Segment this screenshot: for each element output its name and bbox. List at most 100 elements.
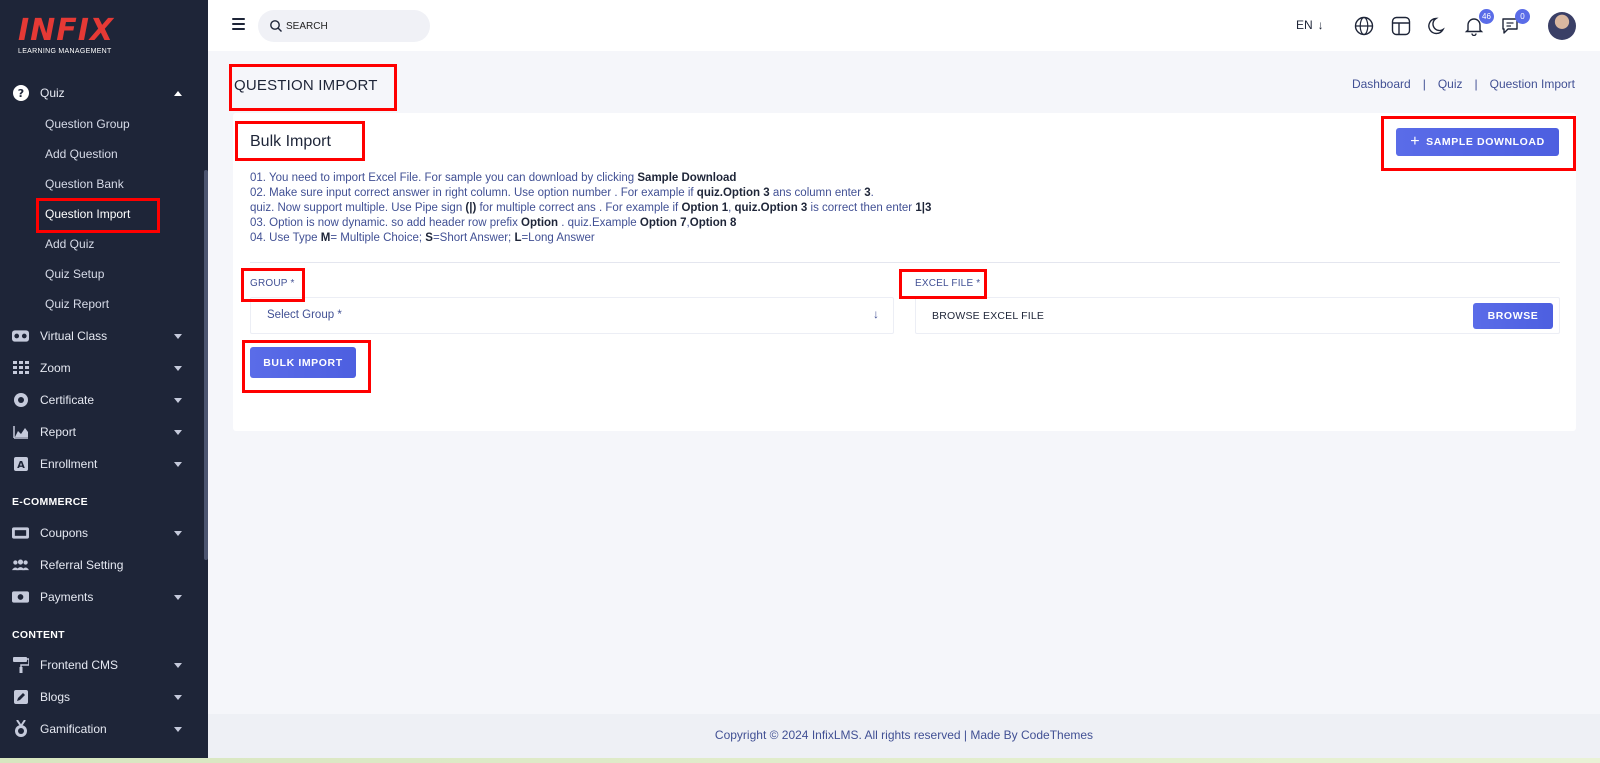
breadcrumb-dashboard[interactable]: Dashboard	[1352, 77, 1411, 91]
sidebar-item-payments[interactable]: Payments	[0, 583, 204, 611]
sidebar-subitem-question-group[interactable]: Question Group	[45, 115, 130, 133]
language-selector[interactable]: EN ↓	[1296, 18, 1324, 32]
svg-text:A: A	[17, 460, 25, 471]
logo-subtitle: LEARNING MANAGEMENT	[18, 48, 112, 55]
chevron-down-icon	[174, 461, 182, 467]
sidebar-subitem-question-bank[interactable]: Question Bank	[45, 175, 124, 193]
sidebar-item-certificate[interactable]: Certificate	[0, 386, 204, 414]
chevron-down-icon	[174, 594, 182, 600]
excel-file-placeholder: BROWSE EXCEL FILE	[932, 310, 1045, 322]
footer: Copyright © 2024 InfixLMS. All rights re…	[208, 714, 1600, 758]
sidebar-subitem-add-question[interactable]: Add Question	[45, 145, 118, 163]
arrow-down-icon: ↓	[1317, 18, 1324, 32]
hamburger-menu-icon[interactable]	[232, 18, 245, 30]
sidebar-item-label: Referral Setting	[40, 558, 124, 572]
copyright-text: Copyright © 2024 InfixLMS. All rights re…	[714, 728, 1094, 742]
sidebar-item-label: Zoom	[40, 361, 71, 375]
chevron-down-icon	[174, 694, 182, 700]
sidebar-item-coupons[interactable]: Coupons	[0, 519, 204, 547]
instruction-line: 02. Make sure input correct answer in ri…	[250, 187, 874, 199]
sidebar-item-enrollment[interactable]: A Enrollment	[0, 450, 204, 478]
import-instructions: 01. You need to import Excel File. For s…	[250, 171, 1350, 246]
globe-icon[interactable]	[1354, 16, 1374, 36]
arrow-down-icon: ↓	[873, 307, 879, 321]
sidebar-item-quiz[interactable]: ? Quiz	[0, 79, 204, 107]
chevron-down-icon	[174, 429, 182, 435]
instruction-line: quiz. Now support multiple. Use Pipe sig…	[250, 202, 932, 214]
page-title: QUESTION IMPORT	[234, 77, 378, 94]
layout-icon[interactable]	[1391, 16, 1411, 36]
edit-square-icon	[12, 689, 29, 706]
certificate-badge-icon	[12, 392, 29, 409]
chevron-down-icon	[174, 726, 182, 732]
chevron-up-icon	[174, 90, 182, 96]
bottom-strip	[0, 758, 1600, 763]
breadcrumb-quiz[interactable]: Quiz	[1438, 77, 1463, 91]
money-bill-icon	[12, 589, 29, 606]
ticket-icon	[12, 525, 29, 542]
breadcrumb-separator: |	[1422, 77, 1426, 91]
area-chart-icon	[12, 424, 29, 441]
logo[interactable]: INFIX LEARNING MANAGEMENT	[18, 16, 128, 60]
excel-file-label: EXCEL FILE *	[915, 278, 981, 289]
browse-button[interactable]: BROWSE	[1473, 303, 1553, 329]
medal-icon	[12, 720, 29, 738]
moon-icon[interactable]	[1428, 16, 1448, 36]
group-select-value: Select Group *	[267, 309, 342, 321]
sidebar-item-blogs[interactable]: Blogs	[0, 683, 204, 711]
vr-headset-icon	[12, 328, 29, 345]
sidebar-item-referral-setting[interactable]: Referral Setting	[0, 551, 204, 579]
logo-word: INFIX	[18, 13, 115, 48]
sidebar-subitem-quiz-report[interactable]: Quiz Report	[45, 295, 109, 313]
grid-icon	[12, 360, 29, 377]
breadcrumb-current: Question Import	[1489, 77, 1575, 91]
sidebar-item-label: Virtual Class	[40, 329, 108, 343]
chat-icon[interactable]: 0	[1500, 9, 1530, 36]
sidebar-item-label: Payments	[40, 590, 94, 604]
sidebar-subitem-add-quiz[interactable]: Add Quiz	[45, 235, 94, 253]
sidebar-item-label: Gamification	[40, 722, 107, 736]
instruction-line: 04. Use Type M= Multiple Choice; S=Short…	[250, 232, 595, 244]
plus-icon: +	[1410, 133, 1421, 150]
instruction-line: 03. Option is now dynamic. so add header…	[250, 217, 737, 229]
group-label: GROUP *	[250, 278, 295, 289]
instruction-line: 01. You need to import Excel File. For s…	[250, 172, 737, 184]
breadcrumb-separator: |	[1474, 77, 1478, 91]
language-value: EN	[1296, 18, 1313, 32]
sidebar-item-label: Quiz	[40, 86, 65, 100]
users-icon	[12, 557, 29, 574]
search-box[interactable]	[258, 10, 430, 42]
messages-badge: 0	[1515, 9, 1530, 24]
chevron-down-icon	[174, 365, 182, 371]
sidebar-item-label: Certificate	[40, 393, 95, 407]
sidebar: INFIX LEARNING MANAGEMENT ? Quiz Questio…	[0, 0, 208, 763]
sidebar-scrollbar[interactable]	[204, 170, 208, 560]
chevron-down-icon	[174, 397, 182, 403]
sidebar-item-label: Coupons	[40, 526, 89, 540]
bulk-import-button[interactable]: BULK IMPORT	[250, 347, 356, 378]
question-circle-icon: ?	[12, 85, 29, 102]
letter-a-icon: A	[12, 456, 29, 473]
paint-roller-icon	[12, 657, 29, 674]
sidebar-item-frontend-cms[interactable]: Frontend CMS	[0, 651, 204, 679]
avatar[interactable]	[1548, 12, 1576, 40]
group-select[interactable]: Select Group * ↓	[250, 297, 894, 334]
sidebar-item-label: Report	[40, 425, 77, 439]
sidebar-item-virtual-class[interactable]: Virtual Class	[0, 322, 204, 350]
notifications-badge: 46	[1479, 9, 1494, 24]
excel-file-input[interactable]: BROWSE EXCEL FILE BROWSE	[915, 297, 1560, 334]
sidebar-item-gamification[interactable]: Gamification	[0, 715, 204, 743]
sidebar-section-content: CONTENT	[12, 629, 65, 641]
sidebar-item-report[interactable]: Report	[0, 418, 204, 446]
chevron-down-icon	[174, 662, 182, 668]
chevron-down-icon	[174, 530, 182, 536]
sidebar-subitem-question-import[interactable]: Question Import	[45, 205, 130, 223]
bell-icon[interactable]: 46	[1464, 9, 1494, 37]
card-title: Bulk Import	[250, 133, 331, 150]
search-input[interactable]	[286, 18, 416, 34]
sidebar-subitem-quiz-setup[interactable]: Quiz Setup	[45, 265, 104, 283]
sample-download-button[interactable]: + SAMPLE DOWNLOAD	[1396, 128, 1559, 156]
breadcrumb: Dashboard | Quiz | Question Import	[1352, 77, 1575, 91]
sidebar-item-label: Frontend CMS	[40, 658, 119, 672]
sidebar-item-zoom[interactable]: Zoom	[0, 354, 204, 382]
